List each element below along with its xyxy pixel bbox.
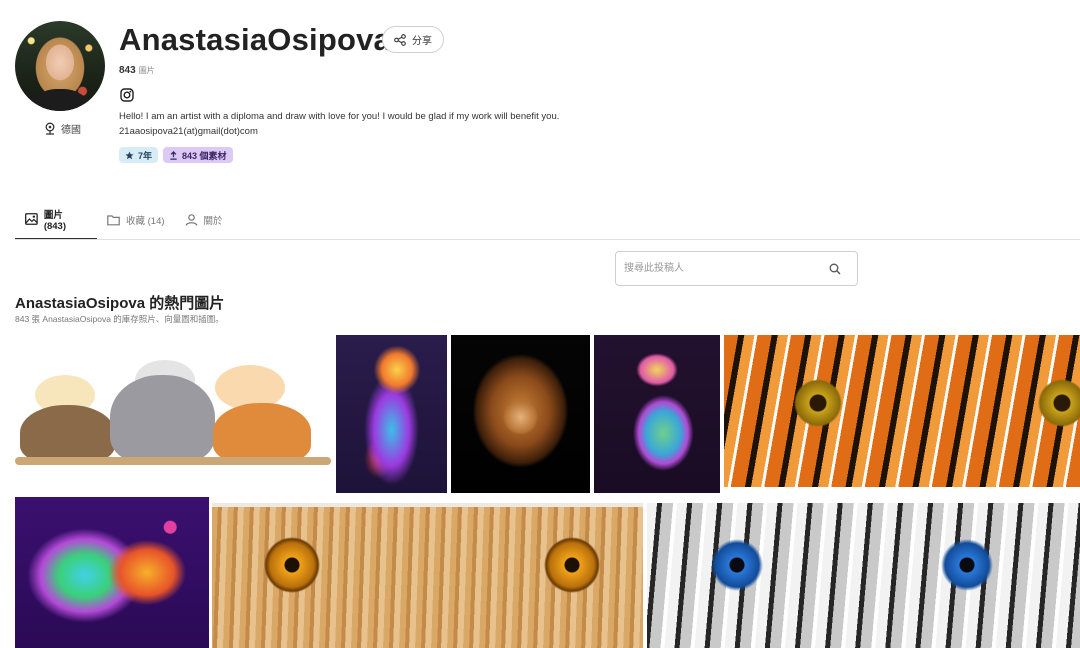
star-icon (125, 151, 134, 159)
folder-icon (107, 215, 120, 226)
cat-left (20, 405, 115, 463)
location-pin-icon (45, 122, 55, 135)
location: 德國 (44, 121, 81, 136)
share-button[interactable]: 分享 (382, 26, 444, 53)
tab-collections-label: 收藏 (14) (126, 216, 165, 227)
gallery-image-lion-eyes[interactable] (212, 503, 643, 648)
assets-badge: 843 個素材 (163, 147, 233, 163)
contributor-search (615, 251, 858, 286)
gallery-image-cats-peeking[interactable] (15, 335, 331, 493)
gallery-image-neon-leopard[interactable] (594, 335, 720, 493)
cat-middle (110, 375, 215, 463)
bio: Hello! I am an artist with a diploma and… (119, 109, 559, 139)
section-title: AnastasiaOsipova 的熱門圖片 (15, 295, 225, 312)
user-icon (185, 214, 197, 226)
gallery-image-colorful-lion-couple[interactable] (15, 497, 209, 648)
instagram-icon[interactable] (120, 88, 134, 102)
badges: 7年 843 個素材 (119, 147, 233, 163)
gallery-image-neon-lion-walking[interactable] (336, 335, 447, 493)
upload-icon (170, 150, 177, 160)
share-icon (394, 33, 406, 46)
gallery-image-lion-portrait-black[interactable] (451, 335, 590, 493)
tabs-divider (15, 239, 1080, 240)
avatar (15, 21, 105, 111)
assets-badge-label: 843 個素材 (182, 150, 227, 161)
image-count-unit: 圖片 (138, 66, 155, 75)
tab-images[interactable]: 圖片 (843) (15, 200, 97, 240)
cat-ledge (15, 457, 331, 465)
tab-images-label: 圖片 (843) (43, 209, 66, 232)
search-icon[interactable] (829, 263, 841, 275)
share-label: 分享 (412, 36, 432, 47)
gallery-image-white-tiger-eyes[interactable] (647, 503, 1080, 648)
years-badge-label: 7年 (138, 150, 153, 161)
profile-name: AnastasiaOsipova (119, 22, 391, 57)
gallery-image-tiger-eyes[interactable] (724, 335, 1080, 493)
image-icon (25, 213, 38, 225)
section-subtitle: 843 張 AnastasiaOsipova 的庫存照片、向量圖和插圖。 (15, 314, 224, 324)
bio-text: Hello! I am an artist with a diploma and… (119, 111, 560, 122)
cat-right (213, 403, 311, 463)
avatar-shoulders (23, 89, 97, 111)
tab-about-label: 關於 (203, 216, 223, 227)
years-badge: 7年 (119, 147, 159, 163)
image-count: 843 圖片 (119, 65, 155, 76)
bio-email: 21aaosipova21(at)gmail(dot)com (119, 126, 258, 137)
tab-about[interactable]: 關於 (175, 200, 233, 240)
search-input[interactable] (616, 252, 806, 285)
profile-tabs: 圖片 (843) 收藏 (14) 關於 (15, 200, 233, 240)
image-count-value: 843 (119, 65, 136, 76)
location-label: 德國 (61, 125, 81, 136)
tab-collections[interactable]: 收藏 (14) (97, 200, 175, 240)
